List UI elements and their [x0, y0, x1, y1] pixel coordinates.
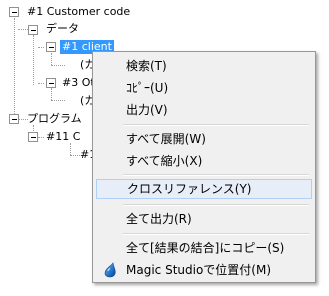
tree-guide-line	[14, 18, 15, 120]
tree-guide-line	[38, 47, 44, 48]
menu-item-output-all[interactable]: 全て出力(R)	[96, 209, 312, 229]
tree-guide-line	[51, 88, 52, 100]
tree-node-program[interactable]: #11 C	[44, 130, 82, 144]
menu-separator	[123, 233, 309, 235]
magic-drop-icon	[104, 262, 116, 278]
collapse-toggle-icon[interactable]	[9, 114, 19, 124]
menu-separator	[123, 204, 309, 206]
menu-item-label: Magic Studioで位置付(M)	[126, 263, 272, 277]
tree-node-data-folder[interactable]: データ	[44, 22, 81, 36]
context-menu: 検索(T) ｺﾋﾟｰ(U) 出力(V) すべて展開(W) すべて縮小(X) クロ…	[92, 51, 316, 283]
menu-item-output[interactable]: 出力(V)	[96, 100, 312, 120]
menu-item-copy-all-combined[interactable]: 全て[結果の結合]にコピー(S)	[96, 238, 312, 258]
menu-separator	[123, 174, 309, 176]
menu-item-expand-all[interactable]: すべて展開(W)	[96, 129, 312, 149]
collapse-toggle-icon[interactable]	[28, 25, 38, 35]
tree-guide-line	[38, 83, 44, 84]
menu-item-copy[interactable]: ｺﾋﾟｰ(U)	[96, 78, 312, 98]
tree-node-program-folder[interactable]: プログラム	[25, 112, 84, 126]
menu-item-magic-studio-locate[interactable]: Magic Studioで位置付(M)	[96, 260, 312, 280]
tree-guide-line	[51, 65, 65, 66]
tree-guide-line	[70, 143, 71, 155]
menu-item-search[interactable]: 検索(T)	[96, 56, 312, 76]
menu-separator	[123, 124, 309, 126]
menu-item-collapse-all[interactable]: すべて縮小(X)	[96, 151, 312, 171]
tree-guide-line	[51, 100, 65, 101]
tree-guide-line	[51, 53, 52, 65]
collapse-toggle-icon[interactable]	[28, 132, 38, 142]
collapse-toggle-icon[interactable]	[46, 78, 56, 88]
tree-node-root[interactable]: #1 Customer code	[25, 5, 132, 19]
collapse-toggle-icon[interactable]	[9, 7, 19, 17]
menu-item-cross-reference[interactable]: クロスリファレンス(Y)	[96, 179, 312, 199]
collapse-toggle-icon[interactable]	[46, 42, 56, 52]
tree-guide-line	[33, 35, 34, 85]
